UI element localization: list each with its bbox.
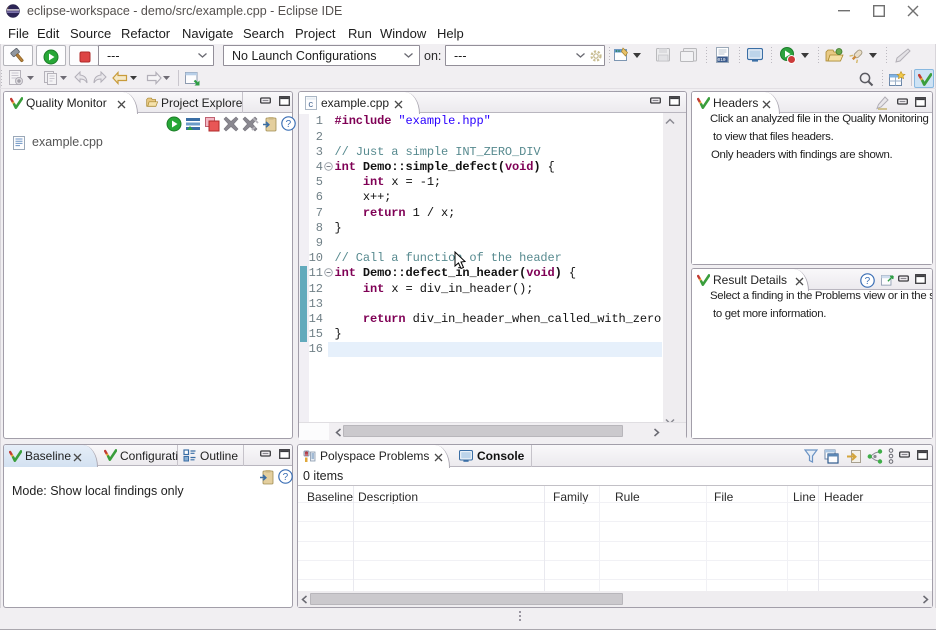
svg-text:?: ? <box>283 472 289 483</box>
svg-text:010: 010 <box>718 57 726 63</box>
svg-text:c: c <box>308 99 313 110</box>
svg-text:?: ? <box>286 119 292 130</box>
svg-text:?: ? <box>865 276 871 287</box>
